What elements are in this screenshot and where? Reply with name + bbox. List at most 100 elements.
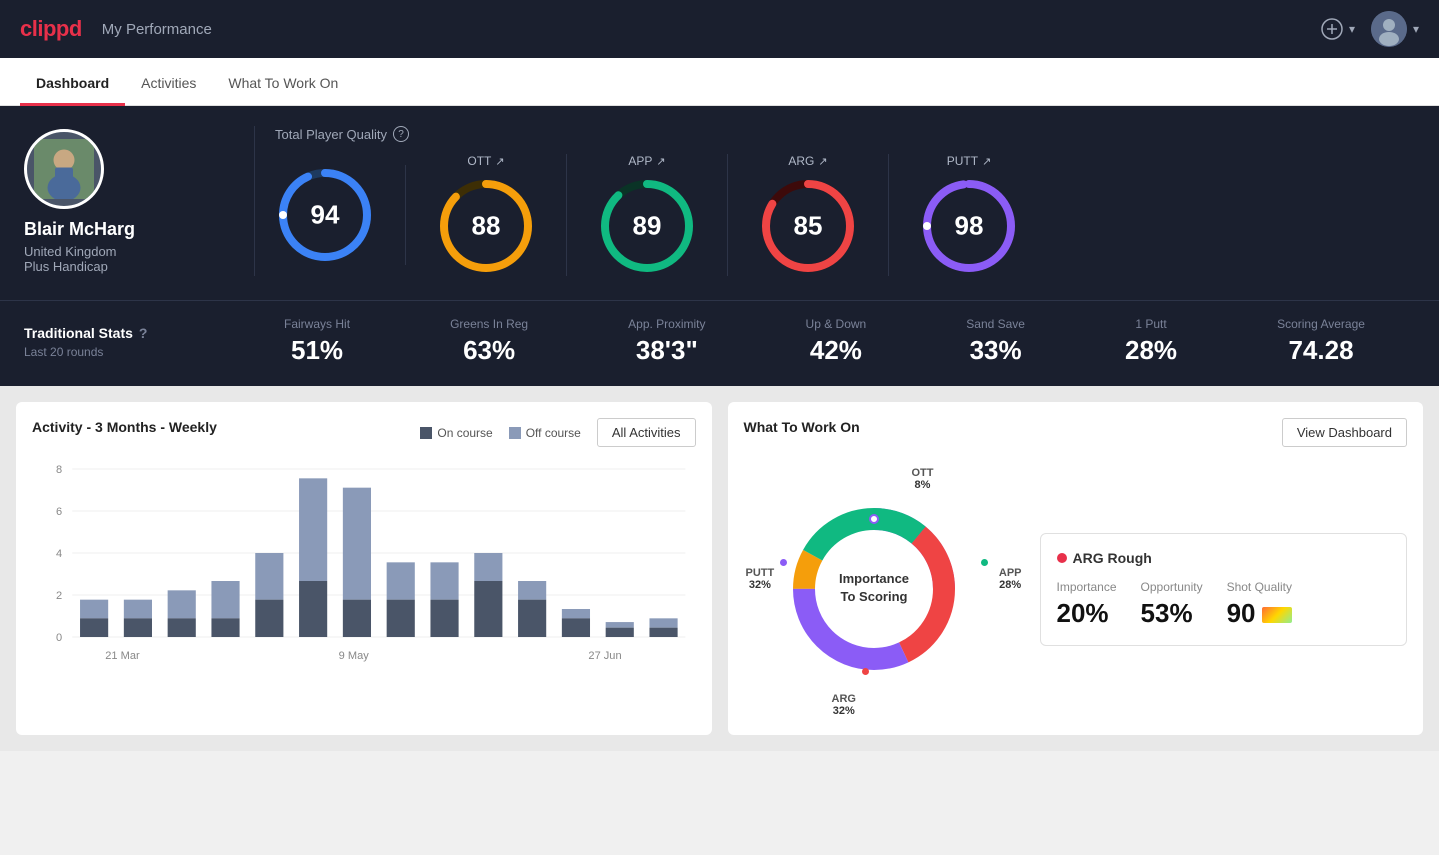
putt-arrow-icon: ↗ — [982, 155, 991, 168]
stat-value: 51% — [284, 335, 350, 366]
stat-item: Up & Down 42% — [806, 317, 867, 366]
gauge-label-arg: ARG ↗ — [788, 154, 827, 168]
argh-stat-item: Opportunity 53% — [1141, 580, 1203, 629]
quality-title: Total Player Quality — [275, 127, 387, 142]
bar-off-course — [343, 488, 371, 600]
stat-label: Greens In Reg — [450, 317, 528, 331]
bar-off-course — [124, 600, 152, 619]
nav-left: clippd My Performance — [20, 16, 212, 42]
quality-help-icon[interactable]: ? — [393, 126, 409, 142]
bar-on-course — [343, 600, 371, 637]
bar-on-course — [299, 581, 327, 637]
tab-activities[interactable]: Activities — [125, 63, 212, 106]
svg-text:4: 4 — [56, 548, 62, 560]
view-dashboard-button[interactable]: View Dashboard — [1282, 418, 1407, 447]
user-chevron: ▾ — [1413, 22, 1419, 36]
bar-off-course — [80, 600, 108, 619]
bar-off-course — [430, 562, 458, 599]
stats-help-icon[interactable]: ? — [139, 325, 148, 341]
gauge-label-ott: OTT ↗ — [467, 154, 504, 168]
putt-connector-dot — [780, 559, 787, 566]
stats-title: Traditional Stats ? — [24, 325, 234, 341]
activity-chart-svg: 8 6 4 2 0 21 Mar 9 May 27 Jun — [32, 459, 696, 679]
svg-text:21 Mar: 21 Mar — [105, 650, 140, 662]
stat-value: 42% — [806, 335, 867, 366]
chart-legend: On course Off course — [420, 426, 581, 440]
stats-section: Traditional Stats ? Last 20 rounds Fairw… — [0, 300, 1439, 386]
tab-dashboard[interactable]: Dashboard — [20, 63, 125, 106]
stat-value: 74.28 — [1277, 335, 1365, 366]
bar-off-course — [562, 609, 590, 618]
gauge-arg: ARG ↗ 85 — [728, 154, 889, 276]
donut-wrapper: Importance To Scoring OTT8% APP28% ARG32… — [744, 459, 1024, 719]
argh-stat-value: 53% — [1141, 598, 1203, 629]
bar-off-course — [518, 581, 546, 600]
svg-text:27 Jun: 27 Jun — [588, 650, 621, 662]
bar-on-course — [211, 618, 239, 637]
stat-value: 28% — [1125, 335, 1177, 366]
player-avatar — [24, 129, 104, 209]
bar-on-course — [255, 600, 283, 637]
legend-on-course-dot — [420, 427, 432, 439]
nav-title: My Performance — [102, 21, 212, 38]
bar-off-course — [474, 553, 502, 581]
arg-rough-stats: Importance 20% Opportunity 53% Shot Qual… — [1057, 580, 1391, 629]
app-arrow-icon: ↗ — [656, 155, 665, 168]
activity-panel-title: Activity - 3 Months - Weekly — [32, 419, 217, 435]
bottom-panels: Activity - 3 Months - Weekly On course O… — [0, 386, 1439, 751]
donut-svg: Importance To Scoring — [774, 489, 974, 689]
gauge-label-putt: PUTT ↗ — [947, 154, 992, 168]
activity-header: Activity - 3 Months - Weekly On course O… — [32, 418, 696, 447]
arg-rough-card: ARG Rough Importance 20% Opportunity 53%… — [1040, 533, 1408, 646]
arg-connector-dot — [862, 668, 869, 675]
svg-text:2: 2 — [56, 590, 62, 602]
stat-label: Fairways Hit — [284, 317, 350, 331]
add-button[interactable]: ▾ — [1321, 18, 1355, 40]
gauges-row: 94 OTT ↗ 88 AP — [275, 154, 1415, 276]
wtwo-title: What To Work On — [744, 419, 860, 435]
bar-on-course — [168, 618, 196, 637]
avatar — [1371, 11, 1407, 47]
stat-value: 38'3" — [628, 335, 705, 366]
bar-on-course — [124, 618, 152, 637]
argh-stat-label: Shot Quality — [1227, 580, 1292, 594]
player-handicap: Plus Handicap — [24, 259, 108, 274]
activity-panel: Activity - 3 Months - Weekly On course O… — [16, 402, 712, 735]
argh-stat-label: Importance — [1057, 580, 1117, 594]
bar-on-course — [430, 600, 458, 637]
arg-rough-card-title: ARG Rough — [1057, 550, 1391, 566]
svg-text:0: 0 — [56, 632, 62, 644]
donut-label-app: APP28% — [999, 567, 1022, 591]
tabs-bar: Dashboard Activities What To Work On — [0, 58, 1439, 106]
gauge-canvas-app: 89 — [597, 176, 697, 276]
stat-item: App. Proximity 38'3" — [628, 317, 705, 366]
logo: clippd — [20, 16, 82, 42]
gauge-total: 94 — [275, 165, 406, 265]
bar-off-course — [387, 562, 415, 599]
argh-stat-item: Shot Quality 90 — [1227, 580, 1292, 629]
gauge-canvas-ott: 88 — [436, 176, 536, 276]
bar-off-course — [211, 581, 239, 618]
bar-on-course — [649, 628, 677, 637]
all-activities-button[interactable]: All Activities — [597, 418, 696, 447]
player-info: Blair McHarg United Kingdom Plus Handica… — [24, 129, 234, 274]
tab-what-to-work-on[interactable]: What To Work On — [212, 63, 354, 106]
hero-section: Blair McHarg United Kingdom Plus Handica… — [0, 106, 1439, 300]
bar-off-course — [168, 590, 196, 618]
user-avatar-button[interactable]: ▾ — [1371, 11, 1419, 47]
bar-off-course — [299, 478, 327, 581]
stats-label-area: Traditional Stats ? Last 20 rounds — [24, 325, 234, 359]
bar-on-course — [562, 618, 590, 637]
stat-item: 1 Putt 28% — [1125, 317, 1177, 366]
gauge-canvas-putt: 98 — [919, 176, 1019, 276]
player-name: Blair McHarg — [24, 219, 135, 240]
argh-stat-value: 90 — [1227, 598, 1292, 629]
bar-off-course — [255, 553, 283, 600]
ott-arrow-icon: ↗ — [495, 155, 504, 168]
gauge-value-ott: 88 — [472, 211, 501, 242]
argh-stat-item: Importance 20% — [1057, 580, 1117, 629]
gauge-ott: OTT ↗ 88 — [406, 154, 567, 276]
svg-text:8: 8 — [56, 464, 62, 476]
stat-item: Greens In Reg 63% — [450, 317, 528, 366]
legend-on-course: On course — [420, 426, 492, 440]
